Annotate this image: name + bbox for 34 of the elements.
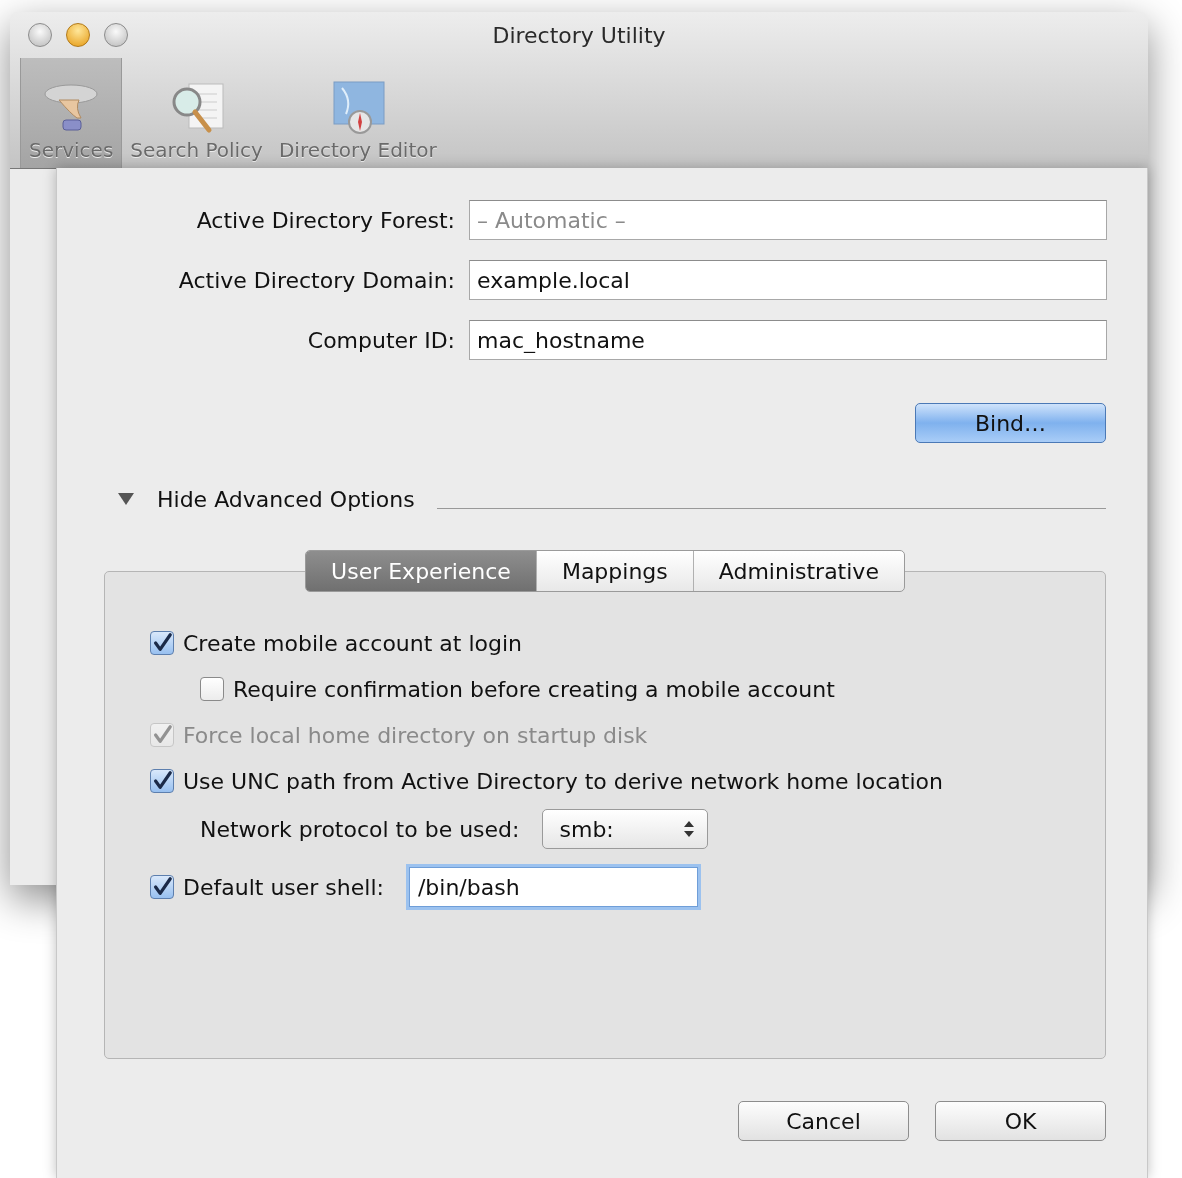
checkbox-label: Use UNC path from Active Directory to derive network home location	[183, 768, 943, 794]
checkbox[interactable]	[200, 677, 224, 701]
text-field[interactable]: – Automatic –	[469, 200, 1107, 240]
checkbox-label: Require confirmation before creating a mobile account	[233, 676, 835, 702]
checkbox-label: Force local home directory on startup disk	[183, 722, 648, 748]
tab[interactable]: User Experience	[306, 551, 536, 591]
checkbox-label: Create mobile account at login	[183, 630, 523, 656]
field-label: Active Directory Forest:	[195, 207, 455, 233]
popup-label: Network protocol to be used:	[200, 816, 520, 842]
checkbox[interactable]	[150, 875, 174, 899]
field-label: Active Directory Domain:	[177, 267, 455, 293]
bind-button[interactable]: Bind…	[915, 403, 1106, 443]
checkbox-label: Default user shell:	[183, 874, 384, 900]
checkmark-icon	[151, 876, 173, 898]
window-title: Directory Utility	[492, 22, 666, 48]
text-field[interactable]: mac_hostname	[469, 320, 1107, 360]
popup-button[interactable]: smb:	[542, 809, 709, 849]
text-field[interactable]: example.local	[469, 260, 1107, 300]
text-field[interactable]: /bin/bash	[408, 867, 698, 907]
zoom-button[interactable]	[104, 23, 128, 47]
checkbox[interactable]	[150, 631, 174, 655]
updown-arrows-icon	[683, 819, 696, 839]
field-label: Computer ID:	[306, 327, 455, 353]
tab[interactable]: Administrative	[692, 551, 904, 591]
minimize-button[interactable]	[66, 23, 90, 47]
checkbox[interactable]	[150, 769, 174, 793]
dialog-button[interactable]: OK	[935, 1101, 1106, 1141]
checkmark-icon	[151, 632, 173, 654]
close-button[interactable]	[28, 23, 52, 47]
checkmark-icon	[151, 770, 173, 792]
dialog-button[interactable]: Cancel	[738, 1101, 909, 1141]
checkmark-icon	[151, 724, 173, 746]
tab[interactable]: Mappings	[535, 551, 693, 591]
disclosure-label[interactable]: Hide Advanced Options	[157, 486, 415, 512]
